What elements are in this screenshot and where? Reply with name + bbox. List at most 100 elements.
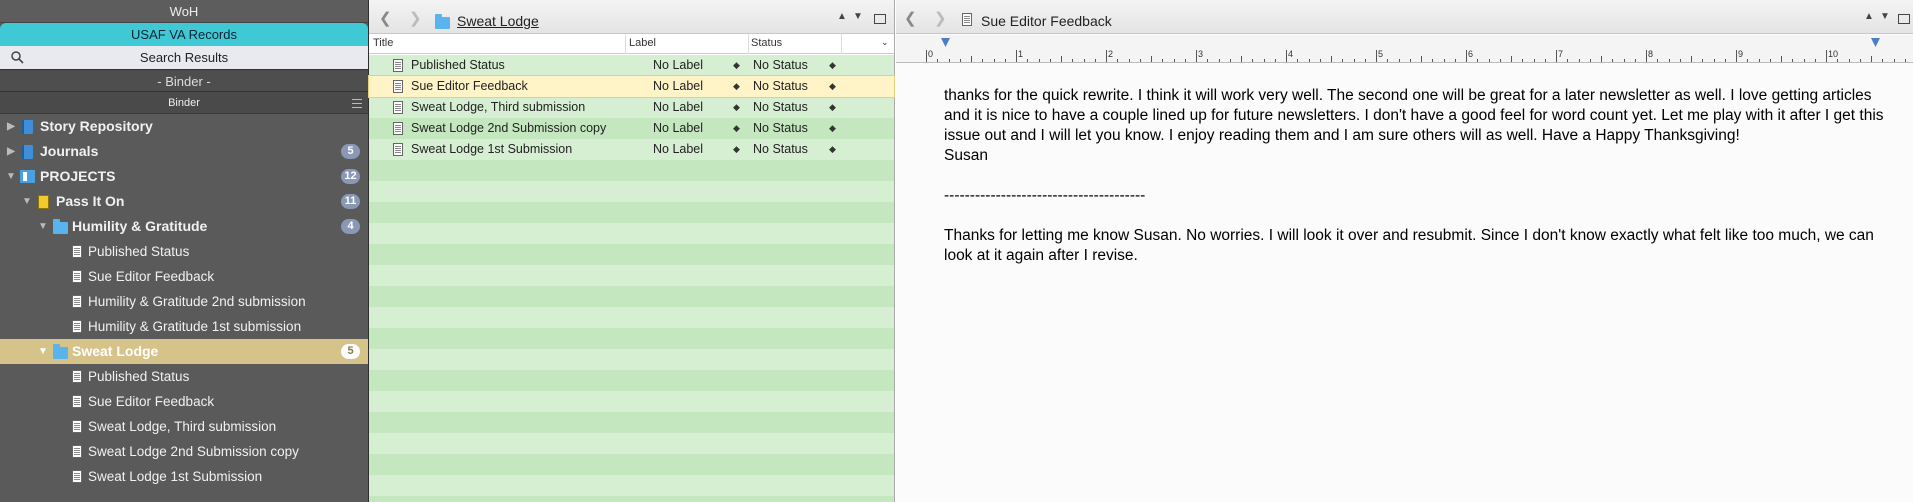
disclosure-triangle-icon[interactable]: ▼: [37, 339, 49, 364]
split-pane-icon[interactable]: [1898, 14, 1910, 24]
columns-menu-chevron-icon[interactable]: ⌄: [881, 37, 889, 48]
row-status[interactable]: No Status: [753, 76, 808, 97]
chevron-up-icon[interactable]: ▲: [837, 11, 847, 22]
chevron-up-icon[interactable]: ▲: [1864, 11, 1874, 22]
collection-tab-binder[interactable]: - Binder -: [0, 69, 368, 92]
left-indent-marker-icon[interactable]: [941, 38, 950, 47]
binder-item-story-repository[interactable]: ▶ Story Repository: [0, 114, 368, 139]
ruler-tick: [1679, 59, 1681, 62]
binder-item-sweat-lodge-1st[interactable]: Sweat Lodge 1st Submission: [0, 464, 368, 489]
ruler-number: 6: [1468, 49, 1474, 59]
status-stepper-icon[interactable]: ◆: [829, 139, 836, 160]
status-stepper-icon[interactable]: ◆: [829, 118, 836, 139]
row-label[interactable]: No Label: [653, 118, 703, 139]
ruler-tick: [1106, 50, 1107, 62]
ruler-tick: [1578, 59, 1580, 62]
row-label[interactable]: No Label: [653, 55, 703, 76]
ruler-tick: [1466, 50, 1467, 62]
ruler-tick: [1286, 50, 1287, 62]
collection-tab-search-results[interactable]: Search Results: [0, 46, 368, 69]
ruler-tick: [1769, 59, 1771, 62]
column-title[interactable]: Title: [373, 37, 393, 49]
ruler-tick: [1297, 59, 1299, 62]
row-label[interactable]: No Label: [653, 139, 703, 160]
binder-item-published-status[interactable]: Published Status: [0, 364, 368, 389]
right-indent-marker-icon[interactable]: [1871, 38, 1880, 47]
disclosure-triangle-icon[interactable]: ▼: [5, 164, 17, 189]
disclosure-triangle-icon[interactable]: ▶: [5, 114, 17, 139]
column-label[interactable]: Label: [629, 37, 656, 49]
binder-item-sweat-lodge-2nd-copy[interactable]: Sweat Lodge 2nd Submission copy: [0, 439, 368, 464]
row-status[interactable]: No Status: [753, 97, 808, 118]
ruler-tick: [1387, 59, 1389, 62]
label-stepper-icon[interactable]: ◆: [733, 76, 740, 97]
ruler-tick: [937, 59, 939, 62]
binder-item-sweat-lodge[interactable]: ▼ Sweat Lodge 5: [0, 339, 368, 364]
binder-item-sweat-lodge-third[interactable]: Sweat Lodge, Third submission: [0, 414, 368, 439]
chevron-down-icon[interactable]: ▼: [1880, 11, 1890, 22]
chevron-down-icon[interactable]: ▼: [853, 11, 863, 22]
split-pane-icon[interactable]: [874, 14, 886, 24]
status-stepper-icon[interactable]: ◆: [829, 76, 836, 97]
binder-menu-icon[interactable]: [352, 96, 362, 108]
separator-line: ---------------------------------------: [944, 187, 1146, 204]
ruler-tick: [1871, 56, 1872, 62]
forward-arrow-icon[interactable]: ❯: [409, 9, 422, 27]
ruler-tick: [982, 59, 984, 62]
binder-item-sue-editor-feedback[interactable]: Sue Editor Feedback: [0, 389, 368, 414]
binder-item-projects[interactable]: ▼ PROJECTS 12: [0, 164, 368, 189]
back-arrow-icon[interactable]: ❮: [904, 9, 917, 27]
count-badge: 5: [341, 144, 360, 159]
binder-item-published-status[interactable]: Published Status: [0, 239, 368, 264]
label-stepper-icon[interactable]: ◆: [733, 97, 740, 118]
outline-row[interactable]: Sweat Lodge 1st Submission No Label ◆ No…: [369, 139, 894, 160]
outline-row[interactable]: Sue Editor Feedback No Label ◆ No Status…: [368, 75, 895, 98]
search-results-label: Search Results: [139, 50, 229, 65]
ruler-tick: [1623, 59, 1625, 62]
label-stepper-icon[interactable]: ◆: [733, 139, 740, 160]
status-stepper-icon[interactable]: ◆: [829, 55, 836, 76]
row-title: Published Status: [411, 58, 505, 72]
ruler-tick: [1848, 59, 1850, 62]
column-status[interactable]: Status: [751, 37, 782, 49]
ruler-tick: [1747, 59, 1749, 62]
row-label[interactable]: No Label: [653, 97, 703, 118]
collection-tab-woh[interactable]: WoH: [0, 0, 368, 23]
document-icon: [72, 395, 82, 408]
ruler-tick: [1702, 59, 1704, 62]
outline-row[interactable]: Sweat Lodge, Third submission No Label ◆…: [369, 97, 894, 118]
forward-arrow-icon[interactable]: ❯: [934, 9, 947, 27]
back-arrow-icon[interactable]: ❮: [379, 9, 392, 27]
ruler-tick: [1038, 59, 1040, 62]
disclosure-triangle-icon[interactable]: ▼: [21, 189, 33, 214]
label-stepper-icon[interactable]: ◆: [733, 55, 740, 76]
ruler-tick: [1398, 59, 1400, 62]
outline-row[interactable]: Published Status No Label ◆ No Status ◆: [369, 55, 894, 76]
label-stepper-icon[interactable]: ◆: [733, 118, 740, 139]
row-status[interactable]: No Status: [753, 118, 808, 139]
ruler-tick: [1196, 50, 1197, 62]
binder-item-humility-gratitude[interactable]: ▼ Humility & Gratitude 4: [0, 214, 368, 239]
binder-item-humility-1st-submission[interactable]: Humility & Gratitude 1st submission: [0, 314, 368, 339]
count-badge: 12: [341, 169, 360, 184]
status-stepper-icon[interactable]: ◆: [829, 97, 836, 118]
ruler-tick: [1646, 50, 1647, 62]
binder-item-humility-2nd-submission[interactable]: Humility & Gratitude 2nd submission: [0, 289, 368, 314]
binder-item-sue-editor-feedback[interactable]: Sue Editor Feedback: [0, 264, 368, 289]
row-status[interactable]: No Status: [753, 55, 808, 76]
ruler-tick: [1274, 59, 1276, 62]
outline-row[interactable]: Sweat Lodge 2nd Submission copy No Label…: [369, 118, 894, 139]
ruler-tick: [1016, 50, 1017, 62]
binder-item-pass-it-on[interactable]: ▼ Pass It On 11: [0, 189, 368, 214]
editor-text[interactable]: thanks for the quick rewrite. I think it…: [944, 86, 1889, 266]
outliner-title[interactable]: Sweat Lodge: [457, 13, 539, 29]
binder-item-journals[interactable]: ▶ Journals 5: [0, 139, 368, 164]
collection-tab-usaf-va-records[interactable]: USAF VA Records: [0, 23, 368, 46]
disclosure-triangle-icon[interactable]: ▶: [5, 139, 17, 164]
disclosure-triangle-icon[interactable]: ▼: [37, 214, 49, 239]
row-label[interactable]: No Label: [653, 76, 703, 97]
projects-folder-icon: [20, 170, 35, 183]
ruler[interactable]: 0 1 2 3 4 5 6 7 8 9 10: [896, 35, 1913, 63]
row-title: Sweat Lodge, Third submission: [411, 100, 586, 114]
row-status[interactable]: No Status: [753, 139, 808, 160]
